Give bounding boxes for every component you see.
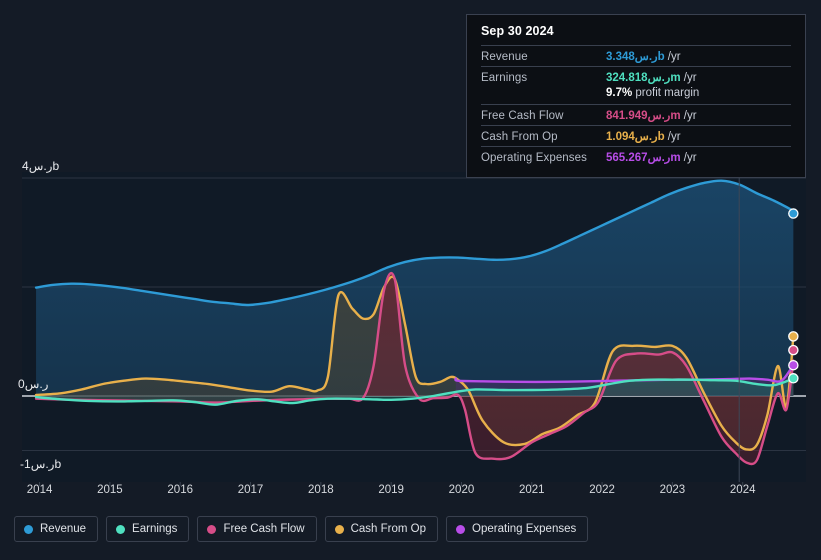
tooltip-row-label: Cash From Op <box>481 131 558 143</box>
legend-item-operating-expenses[interactable]: Operating Expenses <box>446 516 589 542</box>
legend-item-earnings[interactable]: Earnings <box>106 516 190 542</box>
tooltip-profit-margin-row: .9.7% profit margin <box>481 87 791 104</box>
tooltip-row: Earnings 324.818ر.سm /yr <box>481 66 791 87</box>
legend-color-dot-icon <box>456 524 466 534</box>
legend-item-label: Operating Expenses <box>472 523 577 535</box>
legend-color-dot-icon <box>116 524 126 534</box>
tooltip-row-value: 565.267ر.سm /yr <box>606 152 697 164</box>
tooltip-row: Cash From Op 1.094ر.سb /yr <box>481 125 791 146</box>
endpoint-marker-operating-expenses <box>788 359 799 371</box>
tooltip-rows: Revenue 3.348ر.سb /yr Earnings 324.818ر.سm … <box>481 45 791 167</box>
endpoint-marker-free-cash-flow <box>788 344 799 356</box>
tooltip-row: Revenue 3.348ر.سb /yr <box>481 45 791 66</box>
tooltip-row-label: Earnings <box>481 72 528 84</box>
tooltip-row-label: Revenue <box>481 51 528 63</box>
chart-legend: Revenue Earnings Free Cash Flow Cash From O… <box>14 516 589 542</box>
tooltip-row: Operating Expenses 565.267ر.سm /yr <box>481 146 791 167</box>
x-axis-tick-2022: 2022 <box>589 484 615 496</box>
endpoint-marker-revenue <box>788 208 799 219</box>
legend-item-label: Earnings <box>132 523 178 535</box>
tooltip-row-label: Operating Expenses <box>481 152 588 164</box>
x-axis-tick-2018: 2018 <box>308 484 334 496</box>
x-axis-tick-2023: 2023 <box>659 484 686 496</box>
y-axis-label-bottom: -ر.س1b <box>20 457 62 471</box>
profit-margin-label: profit margin <box>632 87 700 99</box>
legend-item-cash-from-op[interactable]: Cash From Op <box>324 516 439 542</box>
legend-item-label: Free Cash Flow <box>223 523 305 535</box>
tooltip-row-value: 324.818ر.سm /yr <box>606 72 697 84</box>
legend-item-label: Cash From Op <box>350 523 427 535</box>
x-axis-tick-2016: 2016 <box>167 484 193 496</box>
x-axis-tick-2019: 2019 <box>378 484 404 496</box>
chart-tooltip: Sep 30 2024 Revenue 3.348ر.سb /yr Earnings… <box>466 14 806 178</box>
x-axis-tick-2024: 2024 <box>729 484 756 496</box>
legend-item-revenue[interactable]: Revenue <box>14 516 99 542</box>
y-axis-label-top: ر.س4b <box>22 159 60 173</box>
profit-margin-value: 9.7% <box>606 87 633 99</box>
x-axis-tick-2015: 2015 <box>97 484 123 496</box>
tooltip-row: Free Cash Flow 841.949ر.سm /yr <box>481 104 791 125</box>
x-axis-tick-2017: 2017 <box>237 484 264 496</box>
legend-color-dot-icon <box>334 524 344 534</box>
x-axis-tick-2014: 2014 <box>26 484 53 496</box>
tooltip-row-value: 1.094ر.سb /yr <box>606 131 681 143</box>
legend-color-dot-icon <box>24 524 33 534</box>
legend-item-free-cash-flow[interactable]: Free Cash Flow <box>197 516 317 542</box>
legend-color-dot-icon <box>207 524 217 534</box>
endpoint-marker-earnings <box>788 373 799 384</box>
x-axis-tick-2021: 2021 <box>518 484 545 496</box>
y-axis-label-zero: ر.س0 <box>18 377 49 391</box>
tooltip-date: Sep 30 2024 <box>481 24 554 38</box>
tooltip-row-label: Free Cash Flow <box>481 110 564 122</box>
tooltip-row-value: 3.348ر.سb /yr <box>606 51 681 63</box>
tooltip-row-value: 841.949ر.سm /yr <box>606 110 697 122</box>
legend-item-label: Revenue <box>40 523 87 535</box>
x-axis: 2014 2015 2016 2017 2018 2019 2020 2021 2022 2023… <box>0 484 821 504</box>
endpoint-marker-cash-from-op <box>788 331 799 342</box>
x-axis-tick-2020: 2020 <box>448 484 475 496</box>
